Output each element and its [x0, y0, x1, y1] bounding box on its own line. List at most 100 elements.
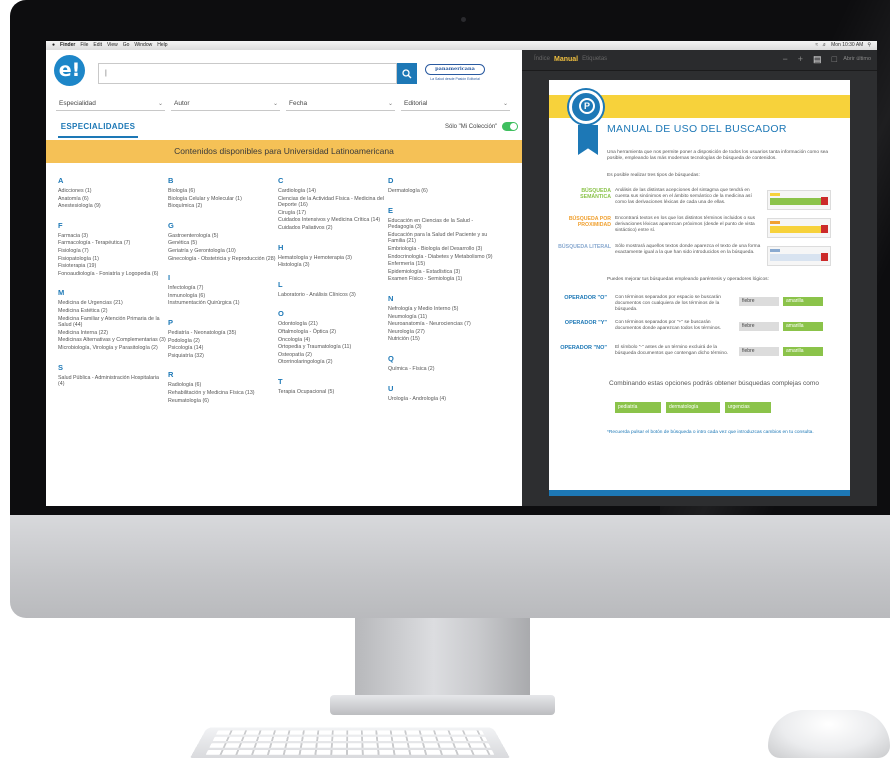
document-icon[interactable]: ▤ [813, 54, 822, 65]
specialty-link[interactable]: Anatomía (6) [58, 196, 166, 203]
specialty-link[interactable]: Psiquiatría (32) [168, 353, 276, 360]
specialty-link[interactable]: Ortopedia y Traumatología (11) [278, 344, 386, 351]
specialty-link[interactable]: Osteopatía (2) [278, 352, 386, 359]
specialty-link[interactable]: Instrumentación Quirúrgica (1) [168, 300, 276, 307]
specialty-link[interactable]: Fisiopatología (1) [58, 256, 166, 263]
imac-photo: ● Finder File Edit View Go Window Help ≈… [0, 0, 890, 758]
specialty-link[interactable]: Podología (2) [168, 338, 276, 345]
tab-manual[interactable]: Manual [554, 56, 578, 63]
specialty-link[interactable]: Fisiología (7) [58, 248, 166, 255]
specialty-link[interactable]: Medicina Estética (2) [58, 308, 166, 315]
open-last-button[interactable]: Abrir último [843, 56, 871, 62]
zoom-in-icon[interactable]: + [798, 54, 803, 65]
specialty-link[interactable]: Otorrinolaringología (2) [278, 359, 386, 366]
specialty-link[interactable]: Ginecología - Obstetricia y Reproducción… [168, 256, 276, 263]
mi-coleccion-toggle[interactable] [502, 122, 518, 131]
specialty-link[interactable]: Infectología (7) [168, 285, 276, 292]
menu-go[interactable]: Go [123, 41, 130, 50]
specialty-link[interactable]: Genética (5) [168, 240, 276, 247]
menu-help[interactable]: Help [157, 41, 167, 50]
page-icon[interactable]: □ [832, 54, 837, 65]
specialty-link[interactable]: Medicinas Alternativas y Complementarias… [58, 337, 166, 344]
specialty-link[interactable]: Enfermería (15) [388, 261, 496, 268]
specialty-link[interactable]: Geriatría y Gerontología (10) [168, 248, 276, 255]
specialty-link[interactable]: Terapia Ocupacional (5) [278, 389, 386, 396]
menu-view[interactable]: View [107, 41, 118, 50]
specialty-link[interactable]: Anestesiología (9) [58, 203, 166, 210]
specialty-link[interactable]: Fisioterapia (19) [58, 263, 166, 270]
filter-autor[interactable]: Autor ⌄ [171, 97, 280, 111]
specialty-link[interactable]: Salud Pública - Administración Hospitala… [58, 375, 166, 388]
filter-especialidad[interactable]: Especialidad ⌄ [56, 97, 165, 111]
specialty-link[interactable]: Fonoaudiología - Foniatría y Logopedia (… [58, 271, 166, 278]
specialty-link[interactable]: Rehabilitación y Medicina Física (13) [168, 390, 276, 397]
specialty-link[interactable]: Adicciones (1) [58, 188, 166, 195]
specialty-link[interactable]: Educación en Ciencias de la Salud - Peda… [388, 218, 496, 231]
specialty-link[interactable]: Medicina Familiar y Atención Primaria de… [58, 316, 166, 329]
apple-icon[interactable]: ● [52, 41, 55, 50]
search-icon [402, 68, 412, 78]
specialty-link[interactable]: Biología (6) [168, 188, 276, 195]
specialty-link[interactable]: Biología Celular y Molecular (1) [168, 196, 276, 203]
specialty-link[interactable]: Neurología (27) [388, 329, 496, 336]
specialty-link[interactable]: Oftalmología - Óptica (2) [278, 329, 386, 336]
specialty-link[interactable]: Psicología (14) [168, 345, 276, 352]
specialty-link[interactable]: Neumología (11) [388, 314, 496, 321]
specialty-link[interactable]: Educación para la Salud del Paciente y s… [388, 232, 496, 245]
chevron-down-icon: ⌄ [272, 101, 278, 107]
type-semantica-label: BÚSQUEDA SEMÁNTICA [580, 188, 611, 200]
specialty-link[interactable]: Química - Física (2) [388, 366, 496, 373]
specialty-link[interactable]: Gastroenterología (5) [168, 233, 276, 240]
specialty-link[interactable]: Oncología (4) [278, 337, 386, 344]
menu-window[interactable]: Window [134, 41, 152, 50]
spotlight-icon[interactable]: ⚲ [867, 41, 871, 50]
specialty-link[interactable]: Cuidados Intensivos y Medicina Crítica (… [278, 217, 386, 224]
specialty-link[interactable]: Bioquímica (2) [168, 203, 276, 210]
specialty-link[interactable]: Medicina Interna (22) [58, 330, 166, 337]
specialty-link[interactable]: Ciencias de la Actividad Física - Medici… [278, 196, 386, 209]
specialty-link[interactable]: Hematología y Hemoterapia (3) [278, 255, 386, 262]
type-proximidad-text: Encontrará textos en los que los distint… [615, 216, 755, 233]
type-proximidad-label: BÚSQUEDA POR PROXIMIDAD [568, 216, 611, 228]
specialty-link[interactable]: Cardiología (14) [278, 188, 386, 195]
specialty-link[interactable]: Dermatología (6) [388, 188, 496, 195]
search-input[interactable]: | [98, 63, 397, 84]
specialty-link[interactable]: Nefrología y Medio Interno (5) [388, 306, 496, 313]
specialty-link[interactable]: Odontología (21) [278, 321, 386, 328]
menubar-clock[interactable]: Mon 10:30 AM [831, 41, 863, 50]
specialty-link[interactable]: Neuroanatomía - Neurociencias (7) [388, 321, 496, 328]
specialty-link[interactable]: Farmacología - Terapéutica (7) [58, 240, 166, 247]
specialty-link[interactable]: Pediatría - Neonatología (35) [168, 330, 276, 337]
specialty-link[interactable]: Histología (3) [278, 262, 386, 269]
tab-indice[interactable]: Índice [534, 56, 550, 63]
tab-especialidades[interactable]: ESPECIALIDADES [58, 120, 138, 138]
specialty-link[interactable]: Microbiología, Virología y Parasitología… [58, 345, 166, 352]
wifi-icon[interactable]: ≈ [815, 41, 818, 50]
specialty-link[interactable]: Laboratorio - Análisis Clínicos (3) [278, 292, 386, 299]
specialty-link[interactable]: Embriología - Biología del Desarrollo (3… [388, 246, 496, 253]
menu-finder[interactable]: Finder [60, 41, 75, 50]
filter-fecha[interactable]: Fecha ⌄ [286, 97, 395, 111]
specialty-link[interactable]: Endocrinología - Diabetes y Metabolismo … [388, 254, 496, 261]
chevron-down-icon: ⌄ [502, 101, 508, 107]
specialty-link[interactable]: Urología - Andrología (4) [388, 396, 496, 403]
specialty-link[interactable]: Nutrición (15) [388, 336, 496, 343]
specialty-link[interactable]: Reumatología (6) [168, 398, 276, 405]
filter-editorial[interactable]: Editorial ⌄ [401, 97, 510, 111]
specialty-link[interactable]: Examen Físico - Semiología (1) [388, 276, 496, 283]
zoom-out-icon[interactable]: − [783, 54, 788, 65]
specialty-link[interactable]: Cirugía (17) [278, 210, 386, 217]
app-logo[interactable]: e! [54, 55, 85, 86]
volume-icon[interactable]: ♬ [822, 41, 827, 50]
specialty-link[interactable]: Epidemiología - Estadística (3) [388, 269, 496, 276]
tab-etiquetas[interactable]: Etiquetas [582, 56, 607, 63]
specialty-link[interactable]: Farmacia (3) [58, 233, 166, 240]
specialty-column-2: B Biología (6) Biología Celular y Molecula… [168, 176, 276, 415]
specialty-link[interactable]: Medicina de Urgencias (21) [58, 300, 166, 307]
specialty-link[interactable]: Inmunología (6) [168, 293, 276, 300]
search-button[interactable] [397, 63, 417, 84]
specialty-link[interactable]: Radiología (6) [168, 382, 276, 389]
menu-file[interactable]: File [80, 41, 88, 50]
menu-edit[interactable]: Edit [93, 41, 102, 50]
specialty-link[interactable]: Cuidados Paliativos (2) [278, 225, 386, 232]
